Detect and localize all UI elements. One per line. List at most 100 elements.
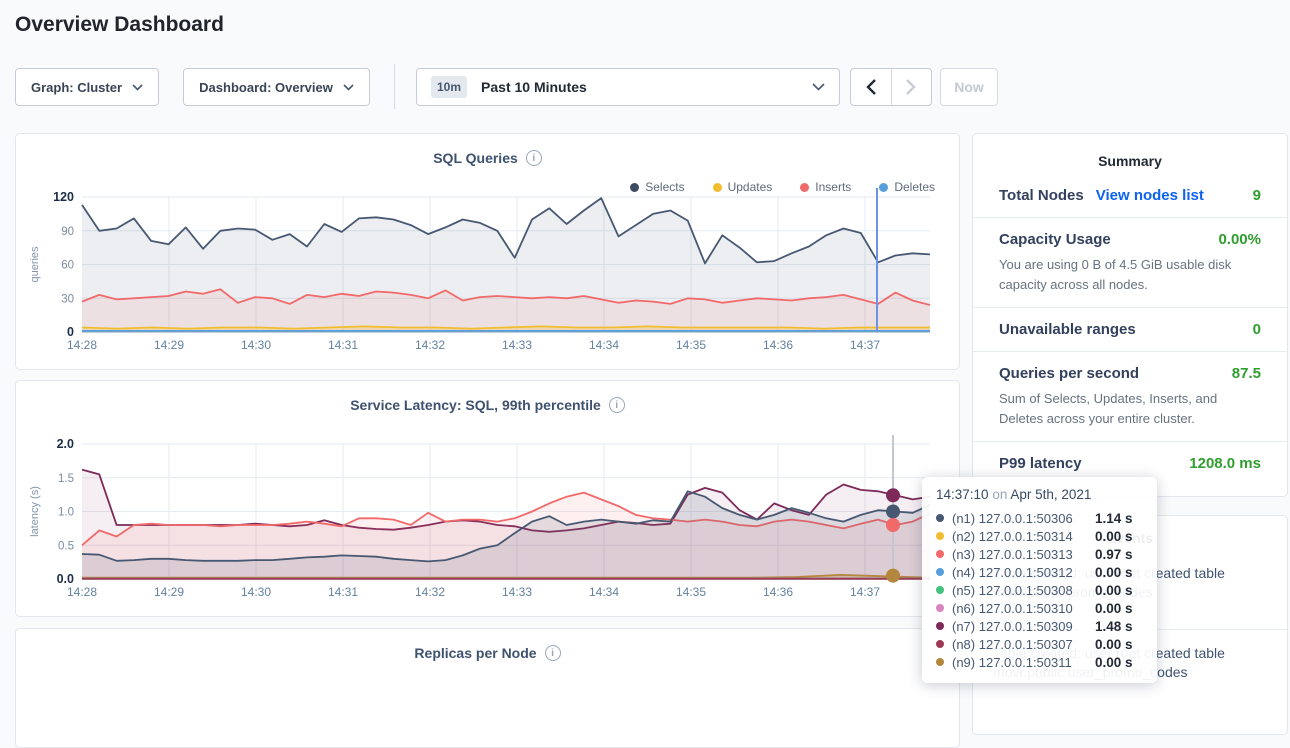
sql-queries-panel: SQL Queries i SelectsUpdatesInsertsDelet… [15,133,960,370]
node-address: (n4) 127.0.0.1:50312 [952,565,1087,580]
tooltip-row-n5: (n5) 127.0.0.1:50308 0.00 s [936,581,1143,599]
tooltip-row-n9: (n9) 127.0.0.1:503110.00 s [936,653,1143,671]
svg-text:14:37: 14:37 [850,338,880,352]
now-button[interactable]: Now [940,68,998,106]
node-color-dot [936,568,944,576]
tooltip-row-n7: (n7) 127.0.0.1:503091.48 s [936,617,1143,635]
tooltip-row-n1: (n1) 127.0.0.1:50306 1.14 s [936,509,1143,527]
node-address: (n1) 127.0.0.1:50306 [952,511,1087,526]
capacity-usage-value: 0.00% [1218,231,1261,248]
svg-text:14:37: 14:37 [850,585,880,599]
node-color-dot [936,640,944,648]
svg-text:queries: queries [29,246,41,283]
time-range-dropdown[interactable]: 10m Past 10 Minutes [416,68,840,106]
view-nodes-list-link[interactable]: View nodes list [1096,187,1204,204]
qps-label: Queries per second [999,365,1139,382]
node-latency-value: 0.00 s [1095,637,1143,652]
time-nav-group [850,68,932,106]
node-latency-value: 0.97 s [1095,547,1143,562]
svg-text:14:32: 14:32 [415,338,445,352]
node-latency-value: 1.14 s [1095,511,1143,526]
info-icon[interactable]: i [609,397,625,413]
summary-panel: Summary Total Nodes View nodes list 9 Ca… [972,133,1288,497]
time-next-button[interactable] [891,69,932,105]
svg-text:60: 60 [61,260,74,272]
service-latency-title: Service Latency: SQL, 99th percentile [350,397,601,413]
svg-text:14:36: 14:36 [763,585,793,599]
info-icon[interactable]: i [545,645,561,661]
svg-text:2.0: 2.0 [57,437,74,451]
tooltip-rows: (n1) 127.0.0.1:503061.14 s(n2) 127.0.0.1… [936,509,1143,671]
unavailable-ranges-value: 0 [1253,321,1261,338]
svg-text:90: 90 [61,226,74,238]
graph-dropdown[interactable]: Graph: Cluster [15,68,159,106]
node-address: (n6) 127.0.0.1:50310 [952,601,1087,616]
svg-text:14:30: 14:30 [241,338,271,352]
chevron-down-icon [812,83,825,91]
chevron-down-icon [132,84,143,91]
tooltip-row-n6: (n6) 127.0.0.1:503100.00 s [936,599,1143,617]
node-latency-value: 0.00 s [1095,655,1143,670]
replicas-per-node-panel: Replicas per Node i [15,628,960,748]
total-nodes-label: Total Nodes [999,187,1084,204]
dashboard-dropdown[interactable]: Dashboard: Overview [183,68,370,106]
summary-row-capacity-usage: Capacity Usage 0.00% You are using 0 B o… [973,217,1287,307]
summary-title: Summary [973,153,1287,169]
service-latency-chart[interactable]: 14:2814:2914:3014:3114:3214:3314:3414:35… [16,433,959,613]
svg-text:14:31: 14:31 [328,338,358,352]
page-title: Overview Dashboard [15,13,224,37]
node-address: (n5) 127.0.0.1:50308 [952,583,1087,598]
node-color-dot [936,586,944,594]
svg-text:14:28: 14:28 [67,585,97,599]
node-address: (n8) 127.0.0.1:50307 [952,637,1087,652]
svg-text:30: 30 [61,293,74,305]
svg-text:14:32: 14:32 [415,585,445,599]
chevron-right-icon [906,79,916,95]
node-address: (n3) 127.0.0.1:50313 [952,547,1087,562]
svg-text:14:34: 14:34 [589,338,619,352]
time-prev-button[interactable] [851,69,891,105]
node-address: (n2) 127.0.0.1:50314 [952,529,1087,544]
svg-text:0: 0 [67,325,74,339]
node-color-dot [936,532,944,540]
svg-text:14:33: 14:33 [502,338,532,352]
dashboard-dropdown-label: Dashboard: Overview [199,80,333,95]
qps-description: Sum of Selects, Updates, Inserts, and De… [999,389,1261,428]
node-latency-value: 0.00 s [1095,583,1143,598]
service-latency-panel: Service Latency: SQL, 99th percentile i … [15,380,960,617]
tooltip-timestamp: 14:37:10 on Apr 5th, 2021 [936,487,1143,502]
svg-text:1.5: 1.5 [58,473,74,485]
svg-text:0.5: 0.5 [58,540,74,552]
svg-text:14:36: 14:36 [763,338,793,352]
chart-hover-tooltip: 14:37:10 on Apr 5th, 2021 (n1) 127.0.0.1… [922,477,1157,683]
svg-text:14:31: 14:31 [328,585,358,599]
toolbar-divider [394,64,395,109]
node-latency-value: 0.00 s [1095,565,1143,580]
node-color-dot [936,604,944,612]
chevron-down-icon [343,84,354,91]
svg-text:14:33: 14:33 [502,585,532,599]
total-nodes-value: 9 [1253,187,1261,204]
unavailable-ranges-label: Unavailable ranges [999,321,1136,338]
node-address: (n7) 127.0.0.1:50309 [952,619,1087,634]
tooltip-row-n2: (n2) 127.0.0.1:503140.00 s [936,527,1143,545]
summary-row-unavailable-ranges: Unavailable ranges 0 [973,307,1287,351]
svg-text:14:35: 14:35 [676,585,706,599]
svg-text:14:30: 14:30 [241,585,271,599]
time-range-label: Past 10 Minutes [481,79,798,95]
tooltip-row-n4: (n4) 127.0.0.1:50312 0.00 s [936,563,1143,581]
tooltip-row-n3: (n3) 127.0.0.1:50313 0.97 s [936,545,1143,563]
p99-latency-value: 1208.0 ms [1189,455,1261,472]
svg-text:14:28: 14:28 [67,338,97,352]
time-range-badge: 10m [431,76,467,98]
qps-value: 87.5 [1232,365,1261,382]
capacity-usage-description: You are using 0 B of 4.5 GiB usable disk… [999,255,1261,294]
info-icon[interactable]: i [526,150,542,166]
svg-text:0.0: 0.0 [57,572,74,586]
svg-text:14:35: 14:35 [676,338,706,352]
sql-queries-chart[interactable]: 14:2814:2914:3014:3114:3214:3314:3414:35… [16,186,959,366]
node-color-dot [936,622,944,630]
capacity-usage-label: Capacity Usage [999,231,1111,248]
summary-row-qps: Queries per second 87.5 Sum of Selects, … [973,351,1287,441]
summary-row-total-nodes: Total Nodes View nodes list 9 [973,174,1287,217]
